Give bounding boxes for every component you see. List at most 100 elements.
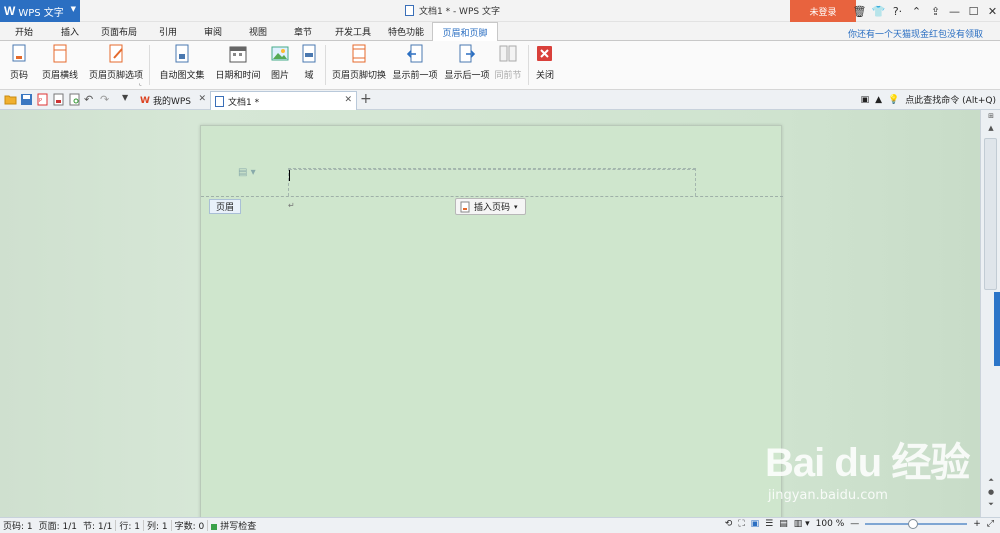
date-time-button[interactable]: 日期和时间 bbox=[215, 44, 261, 86]
close-tab-icon[interactable]: ✕ bbox=[344, 95, 352, 105]
tab-developer[interactable]: 开发工具 bbox=[330, 22, 376, 41]
print-icon[interactable] bbox=[52, 93, 65, 106]
baidu-brand: Bai du 经验 bbox=[765, 441, 970, 485]
scroll-up-icon[interactable]: ▲ bbox=[985, 124, 997, 134]
zoom-in-icon[interactable]: + bbox=[973, 519, 981, 529]
help-icon[interactable]: ?· bbox=[888, 0, 907, 22]
zoom-slider-handle[interactable] bbox=[908, 519, 919, 529]
select-browse-icon[interactable]: ● bbox=[985, 488, 997, 498]
sidebar-toggle-icon[interactable]: ▣ bbox=[861, 95, 870, 105]
page-number-label: 页码 bbox=[9, 71, 28, 81]
field-icon bbox=[302, 44, 316, 63]
tab-special[interactable]: 特色功能 bbox=[383, 22, 429, 41]
login-button[interactable]: 未登录 bbox=[790, 0, 856, 22]
print-preview-icon[interactable] bbox=[68, 93, 81, 106]
close-header-footer-button[interactable]: 关闭 bbox=[533, 44, 557, 86]
tab-home[interactable]: 开始 bbox=[4, 22, 44, 41]
field-button[interactable]: 域 bbox=[298, 44, 320, 86]
same-as-previous-icon bbox=[499, 45, 517, 62]
reading-view-icon[interactable]: ▥ ▾ bbox=[794, 519, 810, 529]
zoom-out-icon[interactable]: — bbox=[850, 519, 859, 529]
undo-icon[interactable]: ↶ bbox=[84, 93, 97, 106]
arrow-right-icon bbox=[459, 44, 476, 63]
page-view-icon[interactable]: ▣ bbox=[751, 519, 760, 529]
minimize-icon[interactable]: — bbox=[945, 0, 964, 22]
skin-icon[interactable]: 🗑 bbox=[850, 0, 869, 22]
auto-text-button[interactable]: 自动图文集 bbox=[156, 44, 208, 86]
save-icon[interactable] bbox=[20, 93, 33, 106]
spell-check-toggle[interactable]: 拼写检查 bbox=[208, 519, 259, 532]
export-pdf-icon[interactable]: P bbox=[36, 93, 49, 106]
redo-icon[interactable]: ↷ bbox=[100, 93, 113, 106]
previous-page-icon[interactable]: ⏶ bbox=[985, 476, 997, 486]
outline-view-icon[interactable]: ☰ bbox=[765, 519, 773, 529]
tab-my-wps[interactable]: W 我的WPS ✕ bbox=[136, 91, 210, 110]
tab-my-wps-label: 我的WPS bbox=[152, 97, 191, 107]
page-number-button[interactable]: 页码 bbox=[4, 44, 34, 86]
header-layout-icon[interactable]: ▤ ▾ bbox=[238, 167, 256, 178]
chevron-down-icon: ▼ bbox=[70, 5, 76, 13]
header-footer-options-button[interactable]: 页眉页脚选项 bbox=[88, 44, 144, 86]
maximize-icon[interactable]: ☐ bbox=[964, 0, 983, 22]
picture-icon bbox=[271, 46, 289, 61]
close-label: 关闭 bbox=[535, 71, 554, 81]
history-icon[interactable]: ⟲ bbox=[725, 519, 733, 529]
web-view-icon[interactable]: ▤ bbox=[779, 519, 788, 529]
paragraph-mark: ↵ bbox=[288, 201, 295, 210]
picture-button[interactable]: 图片 bbox=[265, 44, 295, 86]
tab-insert[interactable]: 插入 bbox=[50, 22, 90, 41]
minimize-ribbon-icon[interactable]: ⌃ bbox=[907, 0, 926, 22]
baidu-watermark: Bai du 经验 bbox=[765, 430, 970, 488]
new-tab-icon[interactable]: + bbox=[360, 91, 372, 107]
app-menu-button[interactable]: W WPS 文字 ▼ bbox=[0, 0, 80, 22]
title-bar: W WPS 文字 ▼ 文档1 * - WPS 文字 未登录 🗑 👕 ?· ⌃ ⇪… bbox=[0, 0, 1000, 22]
tab-page-layout[interactable]: 页面布局 bbox=[96, 22, 142, 41]
ribbon-separator bbox=[528, 45, 529, 85]
tab-references[interactable]: 引用 bbox=[150, 22, 186, 41]
tab-chapter[interactable]: 章节 bbox=[285, 22, 321, 41]
status-column: 列: 1 bbox=[147, 522, 168, 532]
shirt-icon[interactable]: 👕 bbox=[869, 0, 888, 22]
scroll-options-icon[interactable]: ⊞ bbox=[985, 112, 997, 122]
header-region[interactable] bbox=[288, 168, 696, 196]
next-page-icon[interactable]: ⏷ bbox=[985, 500, 997, 510]
upload-icon[interactable]: ⇪ bbox=[926, 0, 945, 22]
svg-text:P: P bbox=[39, 98, 42, 104]
status-right: ⟲ ⛶ ▣ ☰ ▤ ▥ ▾ 100 % — + ⤢ bbox=[725, 519, 994, 529]
find-command-field[interactable]: 点此查找命令 (Alt+Q) bbox=[905, 93, 996, 106]
close-icon[interactable]: ✕ bbox=[983, 0, 1000, 22]
side-panel-toggle[interactable] bbox=[994, 292, 1000, 366]
tab-document1[interactable]: 文档1 * ✕ bbox=[210, 91, 357, 110]
insert-page-number-button[interactable]: 插入页码 ▾ bbox=[455, 198, 526, 215]
status-section: 节: 1/1 bbox=[83, 522, 113, 532]
zoom-slider[interactable] bbox=[865, 519, 968, 529]
tab-review[interactable]: 审阅 bbox=[195, 22, 231, 41]
customize-chevron-icon[interactable]: ▼ bbox=[122, 93, 135, 106]
close-tab-icon[interactable]: ✕ bbox=[198, 94, 206, 104]
collapse-icon[interactable]: ▲ bbox=[875, 95, 882, 105]
focus-mode-icon[interactable]: ⛶ bbox=[738, 519, 744, 529]
window-title: 文档1 * - WPS 文字 bbox=[405, 4, 500, 17]
scrollbar-thumb[interactable] bbox=[984, 138, 997, 290]
header-line-button[interactable]: 页眉横线 bbox=[38, 44, 82, 86]
status-word-count[interactable]: 字数: 0 bbox=[172, 519, 208, 532]
picture-label: 图片 bbox=[270, 71, 289, 81]
tab-header-footer[interactable]: 页眉和页脚 bbox=[432, 22, 498, 42]
fit-page-icon[interactable]: ⤢ bbox=[987, 519, 994, 529]
calendar-icon bbox=[229, 46, 247, 63]
show-previous-button[interactable]: 显示前一项 bbox=[391, 44, 439, 86]
show-next-button[interactable]: 显示后一项 bbox=[443, 44, 491, 86]
tab-view[interactable]: 视图 bbox=[240, 22, 276, 41]
promo-link[interactable]: 你还有一个天猫现金红包没有领取 bbox=[848, 27, 983, 40]
dialog-launcher-icon[interactable]: ⌞ bbox=[139, 80, 142, 87]
app-name: WPS 文字 bbox=[18, 7, 64, 19]
same-as-previous-button[interactable]: 同前节 bbox=[494, 44, 522, 86]
header-footer-options-icon bbox=[109, 44, 123, 63]
status-page-number[interactable]: 页码: 1 bbox=[0, 519, 36, 532]
open-folder-icon[interactable] bbox=[4, 93, 17, 106]
switch-header-footer-button[interactable]: 页眉页脚切换 bbox=[330, 44, 388, 86]
document-page[interactable]: ▤ ▾ ↵ 页眉 插入页码 ▾ bbox=[200, 125, 783, 525]
ribbon-separator bbox=[149, 45, 150, 85]
insert-page-number-label: 插入页码 bbox=[474, 203, 511, 213]
zoom-level[interactable]: 100 % bbox=[816, 519, 845, 529]
